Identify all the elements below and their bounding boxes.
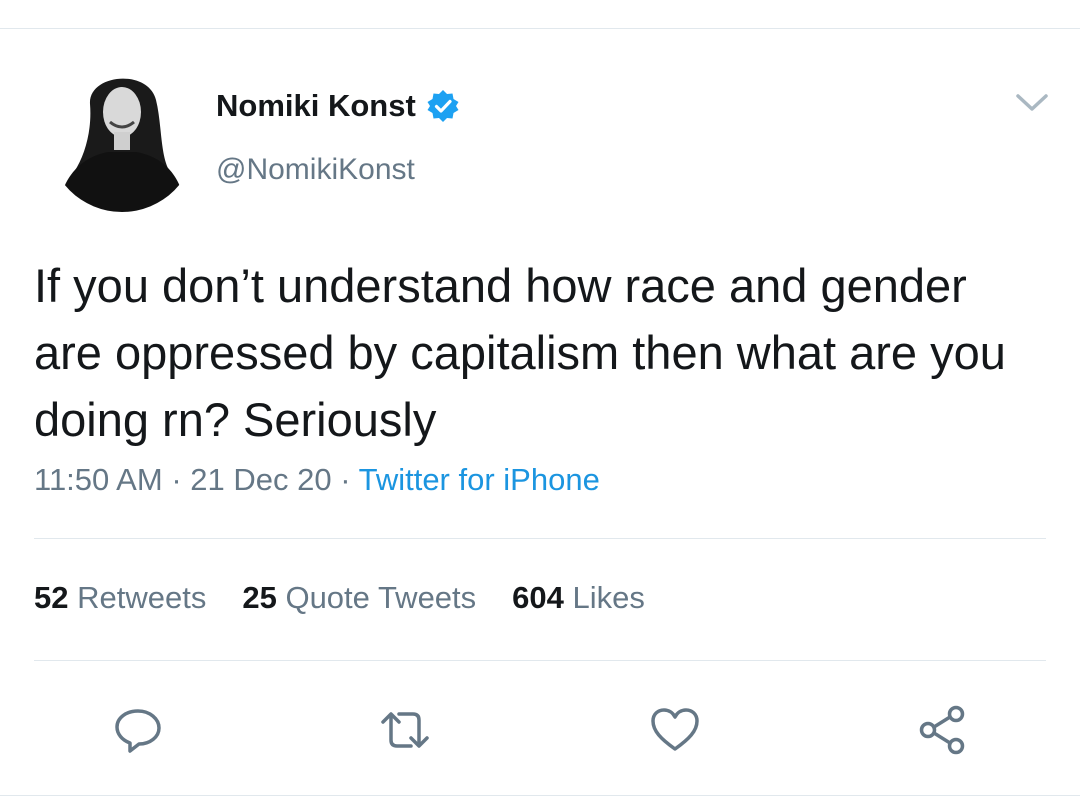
- retweets-label: Retweets: [77, 580, 207, 615]
- avatar-portrait-icon: [48, 64, 196, 212]
- meta-separator: ·: [340, 462, 359, 497]
- tweet-meta: 11:50 AM · 21 Dec 20 · Twitter for iPhon…: [34, 462, 600, 498]
- author-display-name[interactable]: Nomiki Konst: [216, 88, 416, 124]
- more-options-chevron-down-icon[interactable]: [1012, 90, 1052, 116]
- like-icon: [651, 708, 699, 751]
- likes-stat[interactable]: 604 Likes: [512, 580, 645, 616]
- quote-tweets-count: 25: [242, 580, 277, 615]
- likes-count: 604: [512, 580, 564, 615]
- like-button[interactable]: [645, 700, 705, 760]
- avatar[interactable]: [48, 64, 196, 212]
- author-handle[interactable]: @NomikiKonst: [216, 153, 415, 187]
- likes-label: Likes: [572, 580, 645, 615]
- quote-tweets-stat[interactable]: 25 Quote Tweets: [242, 580, 476, 616]
- engagement-stats: 52 Retweets 25 Quote Tweets 604 Likes: [34, 580, 645, 616]
- reply-icon: [115, 709, 161, 753]
- bottom-divider: [0, 795, 1080, 796]
- retweets-count: 52: [34, 580, 69, 615]
- tweet-text: If you don’t understand how race and gen…: [34, 259, 1006, 446]
- divider: [34, 538, 1046, 539]
- reply-button[interactable]: [108, 700, 168, 760]
- share-button[interactable]: [913, 700, 973, 760]
- retweets-stat[interactable]: 52 Retweets: [34, 580, 206, 616]
- tweet-time[interactable]: 11:50 AM: [34, 462, 163, 497]
- retweet-button[interactable]: [375, 700, 435, 760]
- top-divider: [0, 28, 1080, 29]
- quote-tweets-label: Quote Tweets: [285, 580, 477, 615]
- retweet-icon: [381, 712, 429, 748]
- tweet-source-link[interactable]: Twitter for iPhone: [359, 462, 600, 497]
- share-icon: [919, 705, 965, 755]
- tweet-date[interactable]: 21 Dec 20: [190, 462, 331, 497]
- meta-separator: ·: [171, 462, 191, 497]
- action-bar: [0, 700, 1080, 760]
- author-name-row[interactable]: Nomiki Konst: [216, 86, 460, 126]
- divider: [34, 660, 1046, 661]
- verified-badge-icon: [427, 90, 459, 122]
